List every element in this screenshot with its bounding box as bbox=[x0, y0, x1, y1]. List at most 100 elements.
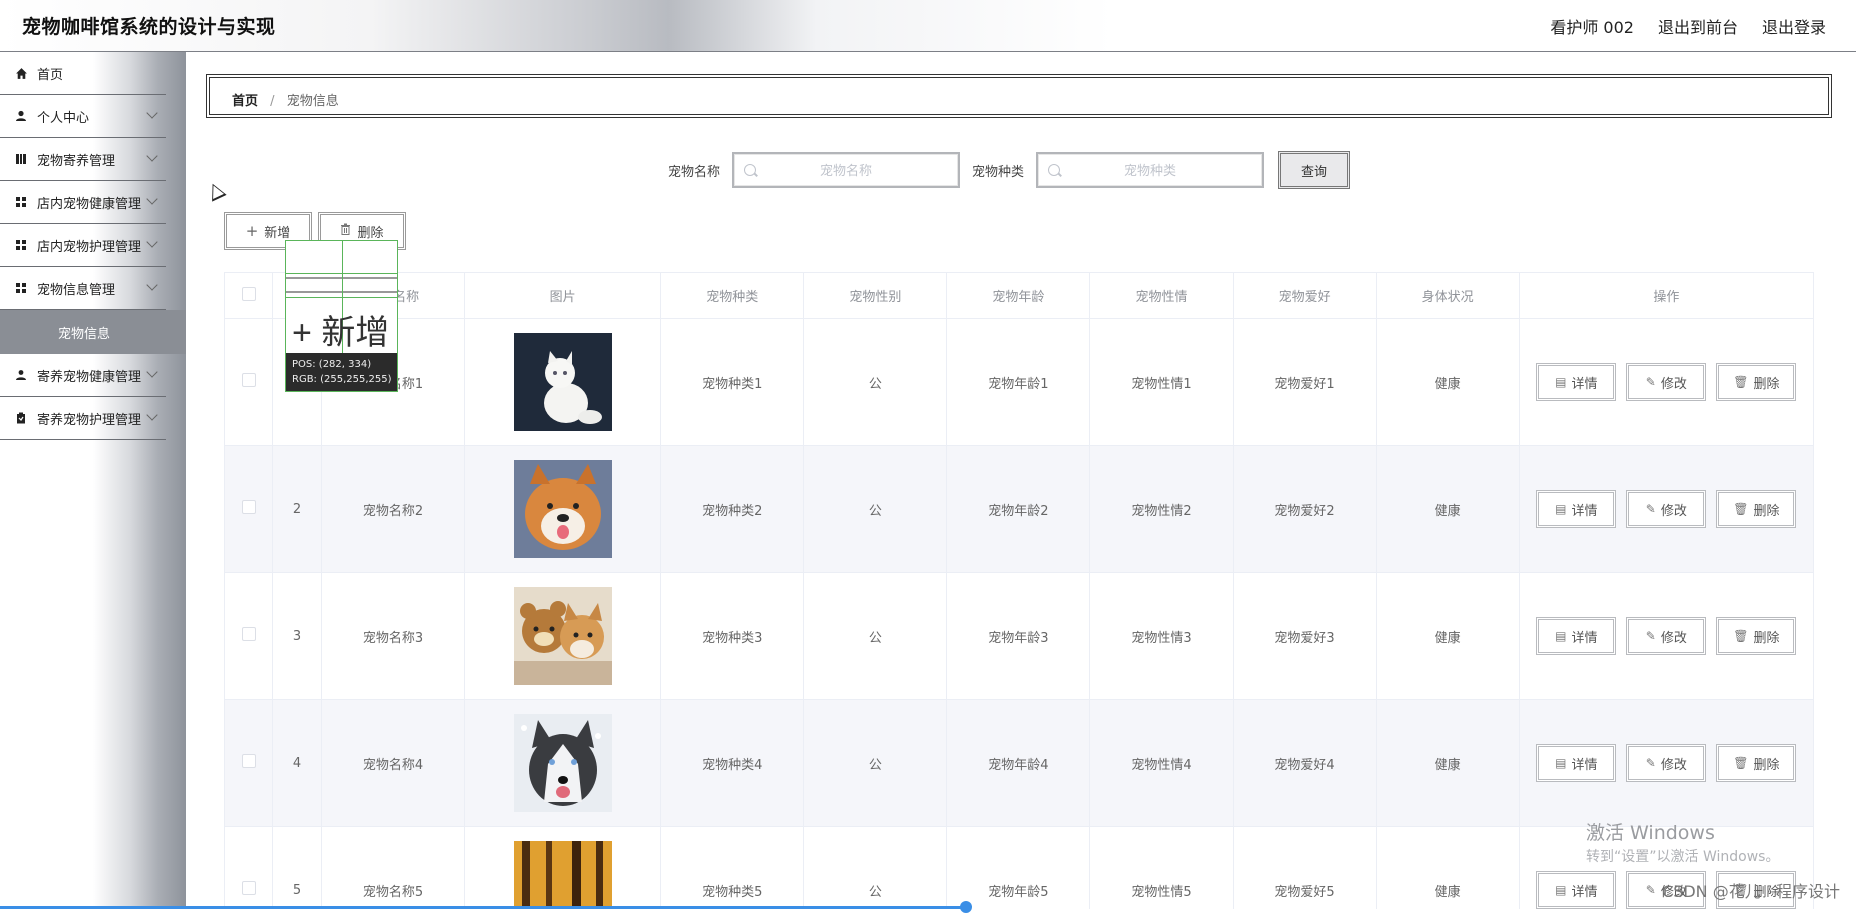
row-temper: 宠物性情4 bbox=[1089, 699, 1234, 827]
plus-icon: + bbox=[245, 222, 259, 240]
magnifier-text: + 新增 bbox=[292, 305, 389, 354]
row-checkbox[interactable] bbox=[241, 373, 256, 387]
chevron-down-icon bbox=[146, 107, 158, 119]
row-checkbox[interactable] bbox=[241, 500, 256, 514]
delete-button[interactable]: 🗑 删除 bbox=[1716, 363, 1797, 401]
detail-button[interactable]: ▤ 详情 bbox=[1536, 490, 1617, 528]
grid-icon bbox=[14, 281, 28, 295]
edit-button[interactable]: ✎ 修改 bbox=[1626, 744, 1707, 782]
pet-photo-forest[interactable] bbox=[513, 841, 612, 909]
sidebar-item-label: 寄养宠物护理管理 bbox=[37, 412, 142, 428]
delete-button[interactable]: 🗑 删除 bbox=[1716, 744, 1797, 782]
detail-label: 详情 bbox=[1571, 376, 1598, 392]
row-image-cell bbox=[464, 699, 662, 827]
user-upload-icon bbox=[14, 368, 28, 382]
row-operations: ▤ 详情 ✎ 修改 🗑 删除 bbox=[1518, 699, 1814, 827]
sidebar: 首页 个人中心 宠物寄养管理 店内宠物健康管理 店内宠物护理管理 宠物信息管理 bbox=[0, 52, 186, 909]
row-health: 健康 bbox=[1375, 318, 1520, 446]
sidebar-item-foster-health[interactable]: 寄养宠物健康管理 bbox=[0, 354, 166, 397]
edit-label: 修改 bbox=[1660, 757, 1687, 773]
row-type: 宠物种类2 bbox=[660, 445, 805, 573]
row-gender: 公 bbox=[803, 318, 948, 446]
row-checkbox[interactable] bbox=[241, 881, 256, 895]
sidebar-item-label: 个人中心 bbox=[37, 110, 90, 126]
breadcrumb: 首页 / 宠物信息 bbox=[232, 90, 339, 109]
delete-button[interactable]: 🗑 删除 bbox=[1716, 617, 1797, 655]
row-type: 宠物种类5 bbox=[660, 826, 805, 909]
edit-button[interactable]: ✎ 修改 bbox=[1626, 363, 1707, 401]
magnified-plus-icon: + bbox=[292, 314, 322, 352]
hobby-header: 宠物爱好 bbox=[1232, 272, 1377, 319]
pet-photo-bear-and-dog[interactable] bbox=[513, 587, 612, 685]
delete-button[interactable]: 🗑 删除 bbox=[1716, 490, 1797, 528]
detail-button[interactable]: ▤ 详情 bbox=[1536, 363, 1617, 401]
row-temper: 宠物性情1 bbox=[1089, 318, 1234, 446]
row-checkbox[interactable] bbox=[241, 754, 256, 768]
windows-activation-title: 激活 Windows bbox=[1586, 822, 1715, 844]
pet-photo-white-cat[interactable] bbox=[513, 333, 612, 431]
row-temper: 宠物性情3 bbox=[1089, 572, 1234, 700]
trash-icon: 🗑 bbox=[1733, 375, 1749, 389]
document-icon: ▤ bbox=[1555, 883, 1567, 897]
row-select-cell bbox=[224, 826, 274, 909]
detail-button[interactable]: ▤ 详情 bbox=[1536, 617, 1617, 655]
sidebar-subitem-pet-info[interactable]: 宠物信息 bbox=[0, 310, 186, 354]
chevron-down-icon bbox=[146, 409, 158, 421]
image-header: 图片 bbox=[464, 272, 662, 319]
pet-type-label: 宠物种类 bbox=[972, 164, 1025, 180]
sidebar-item-label: 寄养宠物健康管理 bbox=[37, 369, 142, 385]
sidebar-item-label: 店内宠物护理管理 bbox=[37, 239, 142, 255]
pet-photo-husky[interactable] bbox=[513, 714, 612, 812]
sidebar-item-home[interactable]: 首页 bbox=[0, 52, 166, 95]
sidebar-item-label: 首页 bbox=[37, 67, 64, 83]
trash-icon: 🗑 bbox=[1733, 629, 1749, 643]
detail-label: 详情 bbox=[1571, 757, 1598, 773]
document-icon: ▤ bbox=[1555, 756, 1567, 770]
breadcrumb-home[interactable]: 首页 bbox=[232, 94, 258, 109]
breadcrumb-container: 首页 / 宠物信息 bbox=[206, 74, 1832, 118]
type-header: 宠物种类 bbox=[660, 272, 805, 319]
query-button[interactable]: 查询 bbox=[1278, 151, 1351, 189]
delete-label: 删除 bbox=[1753, 757, 1780, 773]
logout-link[interactable]: 退出登录 bbox=[1762, 14, 1826, 38]
chevron-down-icon bbox=[146, 236, 158, 248]
pet-photo-shiba[interactable] bbox=[513, 460, 612, 558]
row-index: 2 bbox=[272, 445, 323, 573]
color-picker-magnifier: + 新增 POS: (282, 334) RGB: (255,255,255) bbox=[285, 240, 398, 392]
sidebar-item-pet-info-management[interactable]: 宠物信息管理 bbox=[0, 267, 166, 310]
sidebar-item-foster-care[interactable]: 寄养宠物护理管理 bbox=[0, 397, 166, 440]
row-select-cell bbox=[224, 572, 274, 700]
document-icon: ▤ bbox=[1555, 375, 1567, 389]
sidebar-item-label: 宠物信息管理 bbox=[37, 282, 116, 298]
health-header: 身体状况 bbox=[1375, 272, 1520, 319]
magnified-label: 新增 bbox=[321, 314, 390, 352]
sidebar-item-foster-management[interactable]: 宠物寄养管理 bbox=[0, 138, 166, 181]
sidebar-item-personal-center[interactable]: 个人中心 bbox=[0, 95, 166, 138]
table-row: 1 宠物名称1 宠物种类1 公 宠物年龄1 bbox=[224, 318, 1814, 446]
edit-button[interactable]: ✎ 修改 bbox=[1626, 490, 1707, 528]
pet-type-field bbox=[1036, 152, 1265, 188]
clipboard-icon bbox=[14, 411, 28, 425]
select-all-checkbox[interactable] bbox=[241, 286, 256, 301]
detail-button[interactable]: ▤ 详情 bbox=[1536, 871, 1617, 909]
row-age: 宠物年龄5 bbox=[946, 826, 1091, 909]
chevron-down-icon bbox=[146, 193, 158, 205]
sidebar-item-store-care[interactable]: 店内宠物护理管理 bbox=[0, 224, 166, 267]
delete-label: 删除 bbox=[1753, 630, 1780, 646]
magnifier-rgb: RGB: (255,255,255) bbox=[292, 374, 392, 385]
row-image-cell bbox=[464, 445, 662, 573]
row-age: 宠物年龄3 bbox=[946, 572, 1091, 700]
row-checkbox[interactable] bbox=[241, 627, 256, 641]
row-type: 宠物种类1 bbox=[660, 318, 805, 446]
edit-button[interactable]: ✎ 修改 bbox=[1626, 617, 1707, 655]
exit-to-front-link[interactable]: 退出到前台 bbox=[1658, 14, 1738, 38]
pet-name-input[interactable] bbox=[734, 161, 959, 179]
pet-type-input[interactable] bbox=[1038, 161, 1263, 179]
video-progress-handle[interactable] bbox=[960, 901, 972, 913]
detail-button[interactable]: ▤ 详情 bbox=[1536, 744, 1617, 782]
magnifier-crosshair-horizontal bbox=[286, 273, 397, 274]
magnifier-crosshair-horizontal bbox=[286, 297, 397, 298]
pencil-icon: ✎ bbox=[1645, 756, 1656, 770]
table-row: 5 宠物名称5 宠物种类5 公 宠物年龄5 宠物性情5 宠物爱好5 健康 ▤ 详… bbox=[224, 826, 1814, 909]
sidebar-item-store-health[interactable]: 店内宠物健康管理 bbox=[0, 181, 166, 224]
